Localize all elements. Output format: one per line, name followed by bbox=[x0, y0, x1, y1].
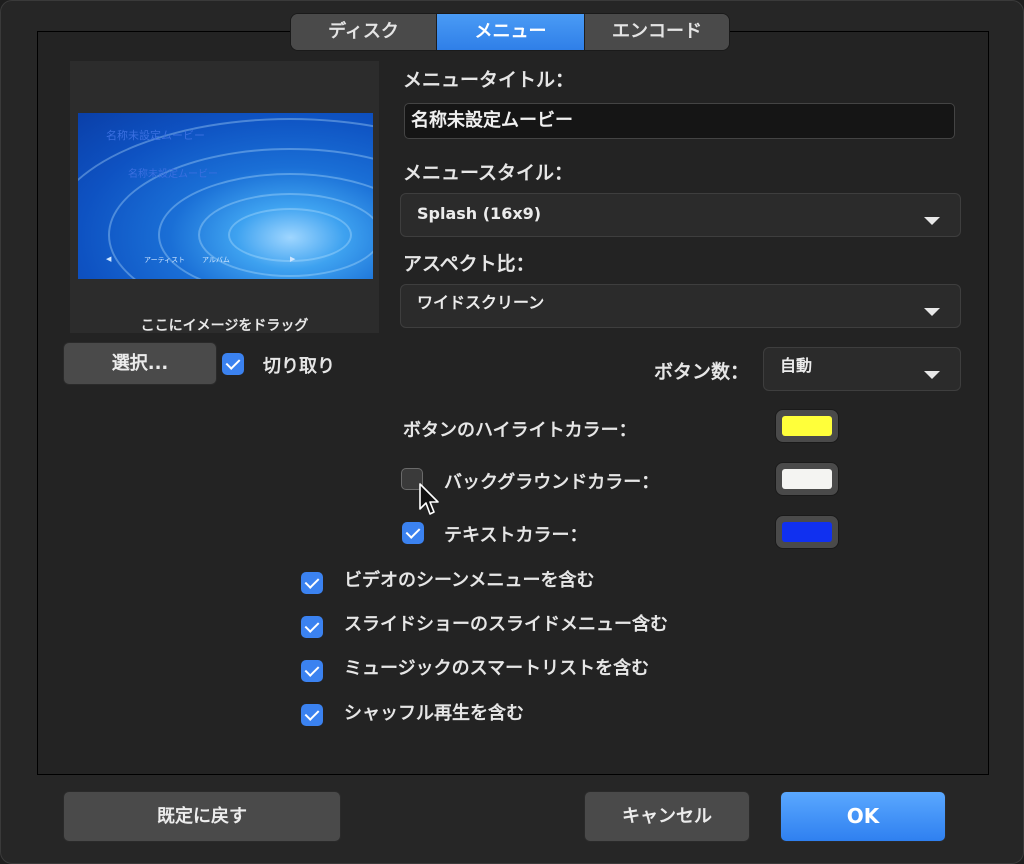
tab-bar: ディスク メニュー エンコード bbox=[290, 13, 730, 51]
button-count-dropdown[interactable]: 自動 bbox=[763, 347, 961, 391]
tab-disc[interactable]: ディスク bbox=[291, 14, 437, 50]
crop-checkbox[interactable] bbox=[222, 353, 244, 375]
preview-prev-arrow-icon: ◀ bbox=[106, 255, 112, 263]
chevron-down-icon bbox=[924, 371, 940, 379]
include-shuffle-checkbox[interactable] bbox=[301, 704, 323, 726]
preview-nav-artist: アーティスト bbox=[144, 256, 186, 264]
chevron-down-icon bbox=[924, 217, 940, 225]
aspect-ratio-dropdown[interactable]: ワイドスクリーン bbox=[400, 284, 961, 328]
cancel-button[interactable]: キャンセル bbox=[584, 791, 750, 842]
crop-label: 切り取り bbox=[263, 356, 335, 377]
highlight-color-swatch bbox=[782, 416, 832, 436]
tab-encode[interactable]: エンコード bbox=[585, 14, 729, 50]
text-color-checkbox[interactable] bbox=[402, 522, 424, 544]
include-slide-menu-checkbox[interactable] bbox=[301, 616, 323, 638]
mouse-pointer-icon bbox=[419, 483, 439, 515]
include-scene-menu-checkbox[interactable] bbox=[301, 572, 323, 594]
preview-menu-title: 名称未設定ムービー bbox=[106, 129, 205, 142]
image-drop-area[interactable]: 名称未設定ムービー 名称未設定ムービー ◀ アーティスト アルバム ▶ ここにイ… bbox=[70, 61, 379, 334]
menu-preview-image: 名称未設定ムービー 名称未設定ムービー ◀ アーティスト アルバム ▶ bbox=[78, 113, 373, 279]
ok-button[interactable]: OK bbox=[780, 791, 946, 842]
include-shuffle-label: シャッフル再生を含む bbox=[344, 703, 524, 724]
menu-title-label: メニュータイトル： bbox=[403, 69, 575, 91]
preview-next-arrow-icon: ▶ bbox=[290, 255, 296, 263]
text-color-swatch bbox=[782, 522, 832, 542]
reset-defaults-button[interactable]: 既定に戻す bbox=[63, 791, 341, 842]
preview-menu-subtitle: 名称未設定ムービー bbox=[128, 169, 218, 180]
include-slide-menu-label: スライドショーのスライドメニュー含む bbox=[344, 614, 668, 635]
text-color-well[interactable] bbox=[775, 515, 839, 549]
background-color-label: バックグラウンドカラー： bbox=[444, 472, 660, 493]
menu-style-dropdown[interactable]: Splash (16x9) bbox=[400, 193, 961, 237]
menu-style-label: メニュースタイル： bbox=[403, 162, 574, 184]
menu-settings-dialog: ディスク メニュー エンコード 名称未設定ムービー 名称未設定ムービー ◀ アー… bbox=[0, 0, 1024, 864]
highlight-color-well[interactable] bbox=[775, 409, 839, 443]
drop-caption: ここにイメージをドラッグ bbox=[140, 318, 309, 334]
tab-menu[interactable]: メニュー bbox=[437, 14, 585, 50]
preview-nav-album: アルバム bbox=[202, 256, 230, 264]
aspect-ratio-value: ワイドスクリーン bbox=[417, 293, 545, 312]
background-color-swatch bbox=[782, 469, 832, 489]
chevron-down-icon bbox=[924, 308, 940, 316]
select-image-button[interactable]: 選択... bbox=[63, 342, 217, 385]
button-count-value: 自動 bbox=[780, 356, 813, 375]
highlight-color-label: ボタンのハイライトカラー： bbox=[403, 420, 637, 441]
aspect-ratio-label: アスペクト比： bbox=[403, 253, 535, 275]
include-smart-list-checkbox[interactable] bbox=[301, 660, 323, 682]
menu-title-input[interactable]: 名称未設定ムービー bbox=[404, 103, 955, 139]
text-color-label: テキストカラー： bbox=[444, 525, 588, 546]
include-smart-list-label: ミュージックのスマートリストを含む bbox=[344, 658, 650, 679]
menu-style-value: Splash (16x9) bbox=[417, 204, 542, 223]
background-color-well[interactable] bbox=[775, 462, 839, 496]
button-count-label: ボタン数： bbox=[654, 361, 750, 383]
include-scene-menu-label: ビデオのシーンメニューを含む bbox=[344, 570, 595, 591]
